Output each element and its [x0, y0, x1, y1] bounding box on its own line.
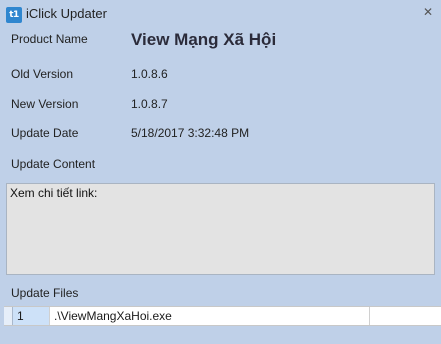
old-version-value: 1.0.8.6 [131, 67, 168, 81]
new-version-label: New Version [11, 97, 79, 111]
old-version-label: Old Version [11, 67, 74, 81]
product-name-value: View Mạng Xã Hội [131, 30, 277, 49]
update-content-label: Update Content [11, 157, 96, 171]
new-version-value: 1.0.8.7 [131, 97, 168, 111]
update-files-grid[interactable]: 1 .\ViewMangXaHoi.exe [4, 306, 441, 326]
window-title: iClick Updater [26, 6, 107, 21]
close-icon: ✕ [422, 5, 434, 19]
iclick-app-icon: t1 [6, 7, 22, 23]
row-header[interactable] [4, 307, 13, 325]
update-content-textbox[interactable]: Xem chi tiết link: [6, 183, 435, 275]
product-name-label: Product Name [11, 32, 88, 46]
close-button[interactable]: ✕ [417, 3, 439, 21]
update-files-label: Update Files [11, 286, 79, 300]
file-index-cell[interactable]: 1 [13, 307, 50, 325]
file-extra-cell[interactable] [370, 307, 441, 325]
update-date-label: Update Date [11, 126, 79, 140]
updater-window: t1 iClick Updater ✕ Product Name View Mạ… [0, 0, 441, 344]
title-bar: t1 iClick Updater ✕ [0, 0, 441, 28]
file-path-cell[interactable]: .\ViewMangXaHoi.exe [50, 307, 370, 325]
update-date-value: 5/18/2017 3:32:48 PM [131, 126, 250, 140]
